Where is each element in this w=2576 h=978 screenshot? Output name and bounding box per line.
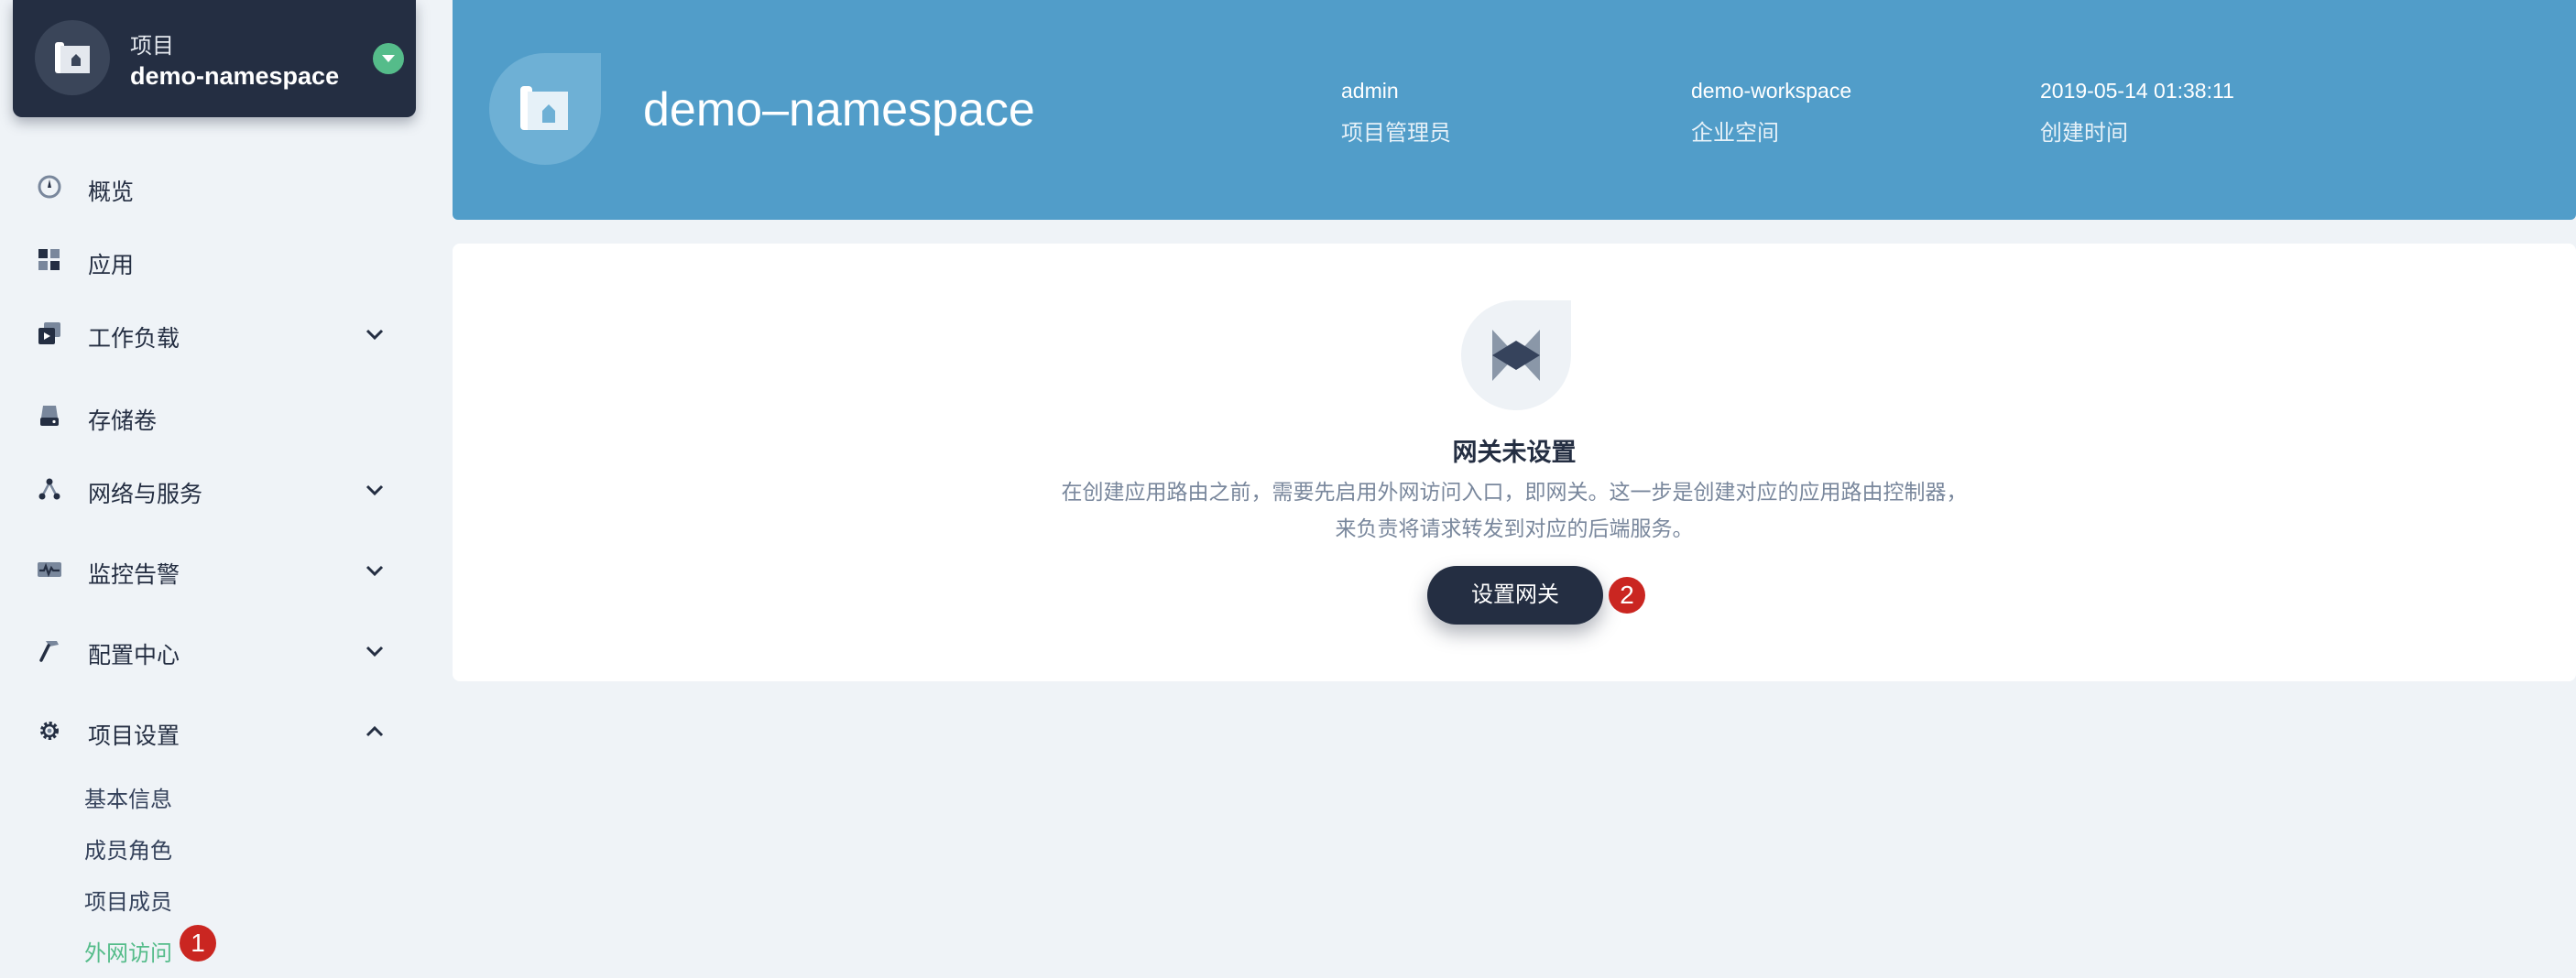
meta-workspace: demo-workspace 企业空间 (1691, 79, 1851, 147)
project-name: demo-namespace (130, 62, 340, 90)
project-selector[interactable]: 项目 demo-namespace (13, 0, 416, 117)
chevron-up-icon (366, 725, 384, 737)
meta-manager: admin 项目管理员 (1341, 79, 1451, 147)
sidebar-item-label: 应用 (88, 253, 135, 278)
sidebar-item-label: 概览 (88, 179, 135, 205)
sidebar-item-apps[interactable]: 应用 (0, 233, 421, 288)
empty-description-line2: 来负责将请求转发到对应的后端服务。 (1335, 516, 1694, 540)
meta-value: admin (1341, 79, 1399, 103)
sidebar-subitem-basic-info[interactable]: 基本信息 (84, 781, 172, 813)
meta-label: 企业空间 (1691, 121, 1779, 146)
workload-icon (38, 322, 60, 344)
sidebar-item-overview[interactable]: 概览 (0, 159, 421, 214)
meta-label: 创建时间 (2040, 121, 2128, 146)
project-kind-label: 项目 (130, 34, 174, 59)
sidebar-item-workloads[interactable]: 工作负载 (0, 306, 421, 361)
step-badge-1: 1 (180, 925, 216, 962)
meta-label: 项目管理员 (1341, 121, 1451, 146)
gear-icon (40, 722, 59, 740)
sidebar-item-project-settings[interactable]: 项目设置 (0, 703, 421, 758)
project-logo-icon (489, 53, 601, 165)
chevron-down-icon (366, 646, 384, 657)
sidebar-subitem-member-roles[interactable]: 成员角色 (84, 832, 172, 864)
sidebar-item-label: 存储卷 (88, 408, 158, 434)
meta-created-time: 2019-05-14 01:38:11 创建时间 (2040, 79, 2234, 147)
page-title: demo–namespace (643, 83, 1035, 136)
setup-gateway-button[interactable]: 设置网关 (1427, 566, 1603, 625)
empty-description-line1: 在创建应用路由之前，需要先启用外网访问入口，即网关。这一步是创建对应的应用路由控… (1061, 480, 1968, 504)
chevron-down-icon (366, 329, 384, 341)
sidebar-item-label: 项目设置 (88, 723, 180, 749)
hammer-icon (39, 641, 59, 662)
gateway-empty-panel: 网关未设置 在创建应用路由之前，需要先启用外网访问入口，即网关。这一步是创建对应… (453, 244, 2576, 681)
sidebar-subitem-internet-access[interactable]: 外网访问 (84, 935, 172, 967)
sidebar-item-monitoring[interactable]: 监控告警 (0, 542, 421, 597)
meta-value: demo-workspace (1691, 79, 1852, 103)
project-header: demo–namespace admin 项目管理员 demo-workspac… (453, 0, 2576, 220)
sidebar-subitem-project-members[interactable]: 项目成员 (84, 884, 172, 916)
sidebar-item-label: 监控告警 (88, 562, 180, 588)
step-badge-2: 2 (1609, 577, 1645, 614)
sidebar-item-label: 配置中心 (88, 643, 180, 668)
sidebar-item-label: 网络与服务 (88, 482, 203, 507)
network-icon (38, 478, 60, 500)
gateway-icon (1461, 300, 1571, 410)
apps-icon (38, 249, 60, 270)
empty-title: 网关未设置 (1452, 439, 1577, 466)
sidebar-item-volumes[interactable]: 存储卷 (0, 388, 421, 443)
sidebar-item-config[interactable]: 配置中心 (0, 623, 421, 678)
dashboard-icon (38, 175, 61, 199)
monitor-icon (38, 562, 61, 578)
sidebar-item-label: 工作负载 (88, 326, 180, 352)
sidebar-item-network[interactable]: 网络与服务 (0, 462, 421, 516)
chevron-down-icon (366, 565, 384, 577)
chevron-down-icon (366, 484, 384, 496)
chevron-down-icon[interactable] (373, 43, 404, 74)
project-icon (35, 20, 110, 95)
storage-icon (40, 406, 59, 426)
meta-value: 2019-05-14 01:38:11 (2040, 79, 2234, 103)
